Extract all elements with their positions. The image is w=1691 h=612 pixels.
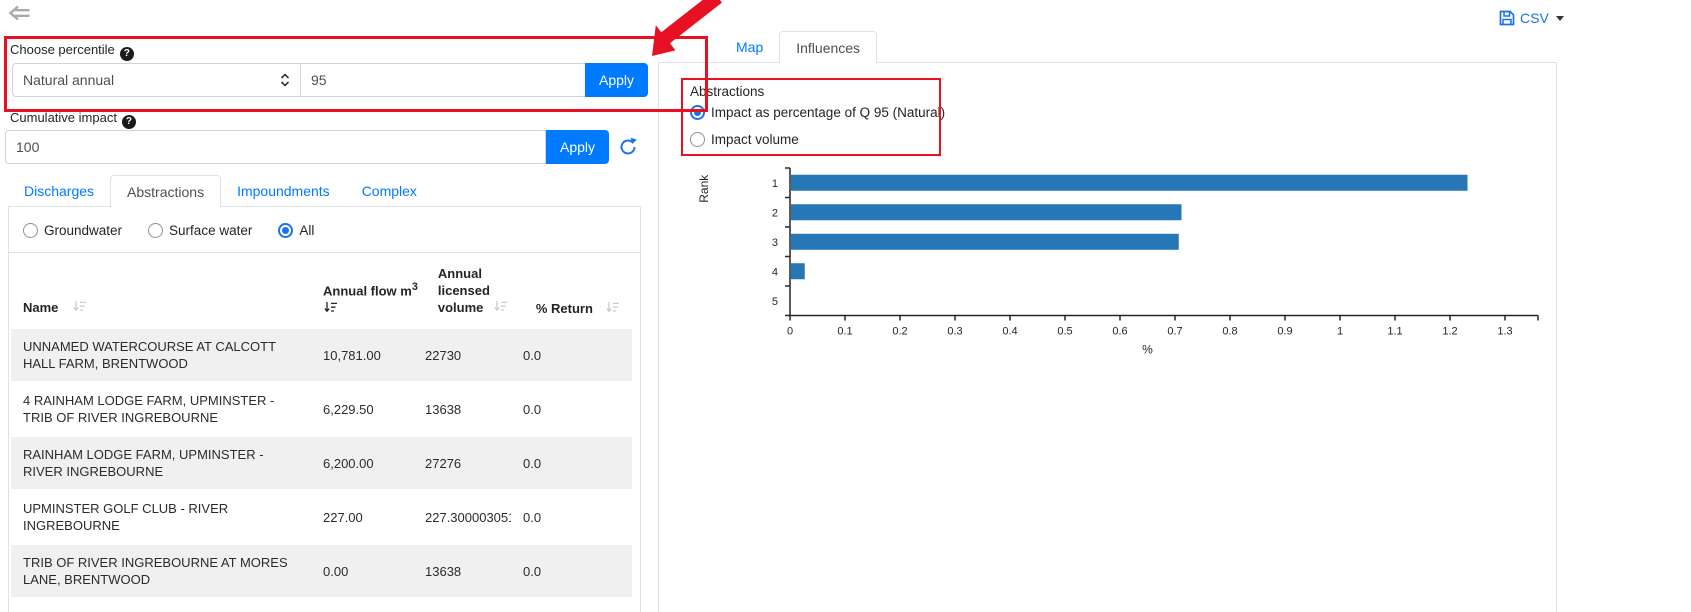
radio-all[interactable]: All [278, 223, 314, 238]
column-header-annual-flow[interactable]: Annual flow m3 [311, 281, 426, 317]
right-tabbar: Map Influences [720, 31, 877, 63]
cell-name: 4 RAINHAM LODGE FARM, UPMINSTER - TRIB O… [11, 383, 311, 435]
column-header-pct-return[interactable]: % Return [524, 301, 628, 317]
tab-impoundments[interactable]: Impoundments [221, 175, 346, 207]
sort-icon[interactable] [72, 300, 87, 317]
svg-text:1.1: 1.1 [1387, 326, 1402, 338]
influences-options-group: Abstractions Impact as percentage of Q 9… [690, 84, 945, 147]
cell-name: RAINHAM LODGE FARM, UPMINSTER - RIVER IN… [11, 437, 311, 489]
svg-text:1.3: 1.3 [1497, 326, 1512, 338]
percentile-type-select[interactable]: Natural annual [12, 63, 301, 97]
select-value: Natural annual [23, 72, 114, 88]
collapse-sidebar-icon[interactable] [8, 4, 32, 25]
sort-icon[interactable] [605, 301, 620, 317]
radio-groundwater[interactable]: Groundwater [23, 223, 122, 238]
table-row[interactable]: UNNAMED WATERCOURSE AT CALCOTT HALL FARM… [11, 327, 632, 381]
svg-text:0.4: 0.4 [1002, 326, 1017, 338]
percentile-input[interactable] [300, 63, 586, 97]
refresh-icon [618, 137, 638, 157]
table-row[interactable]: TRIB OF RIVER INGREBOURNE AT MORES LANE,… [11, 543, 632, 597]
svg-text:0.3: 0.3 [947, 326, 962, 338]
abstractions-panel: Groundwater Surface water All Name Annua… [8, 206, 641, 612]
cell-annual-flow: 227.00 [311, 501, 413, 534]
cell-licensed-volume: 13638 [413, 393, 511, 426]
cell-name: UNNAMED WATERCOURSE AT CALCOTT HALL FARM… [11, 329, 311, 381]
column-header-licensed-volume[interactable]: Annual licensed volume [426, 265, 524, 317]
source-filter-group: Groundwater Surface water All [9, 207, 640, 252]
rank-bar-chart: 0 0.1 0.2 0.3 0.4 0.5 0.6 0.7 0.8 0.9 1 1.1 1.2 1.3 1 2… [674, 158, 1554, 363]
tab-abstractions[interactable]: Abstractions [110, 175, 221, 208]
sort-icon[interactable] [493, 300, 508, 317]
influences-group-label: Abstractions [690, 84, 945, 99]
svg-text:0.2: 0.2 [892, 326, 907, 338]
tab-influences[interactable]: Influences [779, 31, 877, 64]
table-header-row: Name Annual flow m3 Annual licensed volu… [11, 253, 632, 327]
table-row[interactable]: UPMINSTER GOLF CLUB - RIVER INGREBOURNE … [11, 489, 632, 543]
cumulative-impact-label: Cumulative impact? [10, 110, 136, 129]
radio-impact-volume[interactable]: Impact volume [690, 132, 945, 147]
svg-text:0.1: 0.1 [837, 326, 852, 338]
percentile-apply-button[interactable]: Apply [585, 63, 648, 97]
cell-licensed-volume: 227.3000030517578 [413, 501, 511, 534]
cell-annual-flow: 0.00 [311, 555, 413, 588]
radio-dot [278, 223, 293, 238]
svg-text:0.5: 0.5 [1057, 326, 1072, 338]
svg-text:Rank: Rank [697, 174, 711, 203]
choose-percentile-label: Choose percentile? [10, 42, 134, 61]
cell-annual-flow: 6,200.00 [311, 447, 413, 480]
svg-text:%: % [1142, 343, 1153, 357]
cell-annual-flow: 10,781.00 [311, 339, 413, 372]
svg-text:0.8: 0.8 [1222, 326, 1237, 338]
svg-text:5: 5 [772, 296, 778, 308]
back-icon [8, 4, 32, 22]
table-row[interactable]: 4 RAINHAM LODGE FARM, UPMINSTER - TRIB O… [11, 381, 632, 435]
cell-licensed-volume: 27276 [413, 447, 511, 480]
svg-text:2: 2 [772, 207, 778, 219]
svg-text:0.9: 0.9 [1277, 326, 1292, 338]
column-header-name[interactable]: Name [11, 299, 311, 317]
abstractions-table: Name Annual flow m3 Annual licensed volu… [11, 253, 632, 597]
application-window: Choose percentile? Natural annual Apply … [0, 0, 1691, 612]
tab-complex[interactable]: Complex [346, 175, 433, 207]
cell-pct-return: 0.0 [511, 447, 591, 480]
cell-pct-return: 0.0 [511, 555, 591, 588]
cell-licensed-volume: 13638 [413, 555, 511, 588]
svg-text:1: 1 [1337, 326, 1343, 338]
cell-name: TRIB OF RIVER INGREBOURNE AT MORES LANE,… [11, 545, 311, 597]
abstractions-table-body: UNNAMED WATERCOURSE AT CALCOTT HALL FARM… [11, 327, 632, 597]
save-icon [1499, 10, 1515, 26]
cell-pct-return: 0.0 [511, 339, 591, 372]
cell-pct-return: 0.0 [511, 393, 591, 426]
svg-text:1.2: 1.2 [1442, 326, 1457, 338]
svg-text:0.6: 0.6 [1112, 326, 1127, 338]
radio-dot [690, 105, 705, 120]
help-icon[interactable]: ? [120, 47, 134, 61]
svg-text:0: 0 [787, 326, 793, 338]
radio-dot [690, 132, 705, 147]
cumulative-impact-input[interactable] [5, 130, 546, 164]
cell-licensed-volume: 22730 [413, 339, 511, 372]
radio-impact-percentage[interactable]: Impact as percentage of Q 95 (Natural) [690, 105, 945, 120]
tab-discharges[interactable]: Discharges [8, 175, 110, 207]
radio-surface-water[interactable]: Surface water [148, 223, 252, 238]
help-icon[interactable]: ? [122, 115, 136, 129]
tab-map[interactable]: Map [720, 31, 779, 63]
cell-name: UPMINSTER GOLF CLUB - RIVER INGREBOURNE [11, 491, 311, 543]
caret-down-icon [1556, 16, 1564, 21]
cumulative-apply-button[interactable]: Apply [546, 130, 609, 164]
svg-text:3: 3 [772, 237, 778, 249]
left-tabbar: Discharges Abstractions Impoundments Com… [8, 175, 433, 207]
refresh-button[interactable] [618, 137, 638, 160]
svg-text:0.7: 0.7 [1167, 326, 1182, 338]
up-down-arrows-icon [280, 73, 290, 87]
table-row[interactable]: RAINHAM LODGE FARM, UPMINSTER - RIVER IN… [11, 435, 632, 489]
cell-pct-return: 0.0 [511, 501, 591, 534]
svg-text:4: 4 [772, 266, 778, 278]
csv-export-button[interactable]: CSV [1499, 10, 1564, 26]
cell-annual-flow: 6,229.50 [311, 393, 413, 426]
radio-dot [23, 223, 38, 238]
sort-icon[interactable] [323, 301, 418, 317]
radio-dot [148, 223, 163, 238]
svg-text:1: 1 [772, 178, 778, 190]
